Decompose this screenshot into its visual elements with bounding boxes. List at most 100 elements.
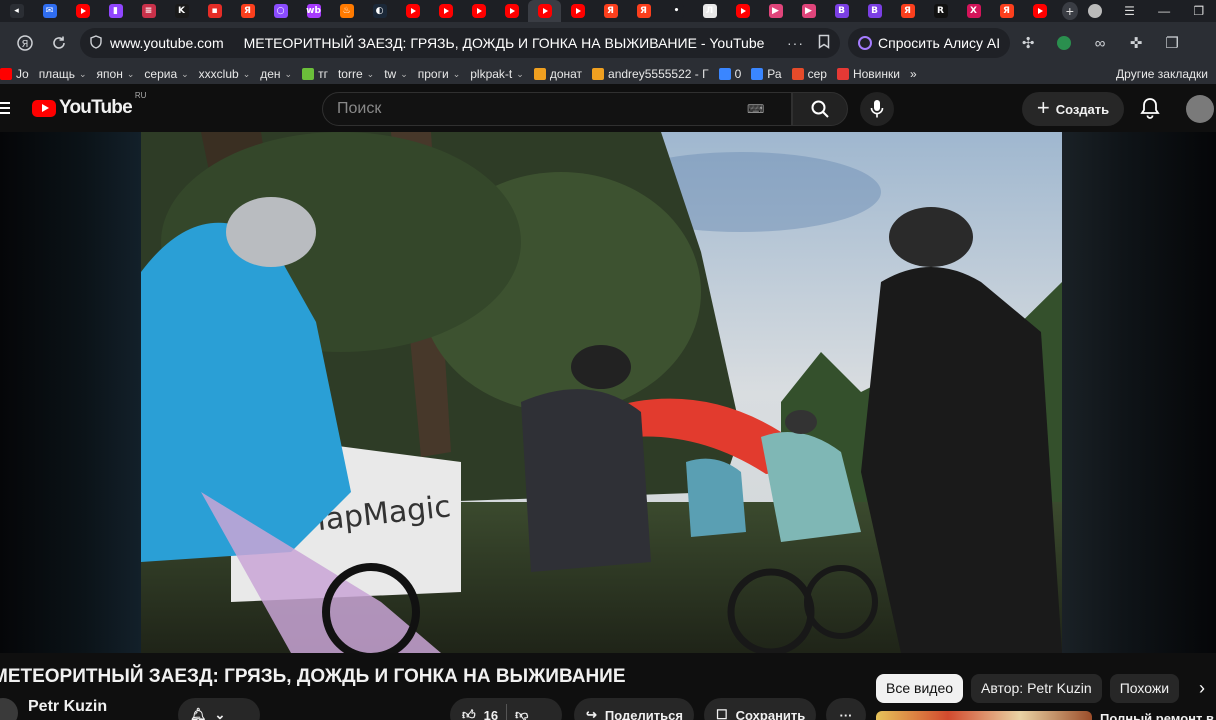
bookmark-item[interactable]: ден ⌄ [260, 67, 302, 81]
browser-tab[interactable]: Л [693, 0, 726, 22]
recommended-title[interactable]: Полный ремонт в [1100, 711, 1214, 720]
reload-icon[interactable] [42, 26, 76, 60]
browser-tab[interactable]: • [660, 0, 693, 22]
bookmark-favicon-icon [718, 68, 731, 80]
twitch-icon: ▮ [108, 4, 123, 18]
bookmark-item[interactable]: torre ⌄ [338, 67, 384, 81]
profile-icon[interactable] [1078, 0, 1113, 22]
recommended-thumbnail[interactable] [876, 711, 1092, 720]
browser-tab[interactable]: ▪ [198, 0, 231, 22]
bookmark-item[interactable]: япон ⌄ [97, 67, 145, 81]
save-button[interactable]: ☐ Сохранить [704, 698, 816, 720]
subscribe-notifications-button[interactable]: 🔔︎ ⌄ [178, 698, 260, 720]
browser-tab[interactable]: ▶ [792, 0, 825, 22]
channel-name[interactable]: Petr Kuzin [28, 698, 107, 716]
keyboard-icon[interactable]: ⌨ [747, 102, 764, 116]
new-tab-button[interactable]: + [1062, 2, 1078, 20]
channel-avatar[interactable] [0, 698, 18, 720]
bookmark-item[interactable]: донат [533, 67, 592, 81]
mail-icon: ✉ [42, 4, 57, 18]
browser-tab[interactable]: wb [297, 0, 330, 22]
browser-tab[interactable] [528, 0, 561, 22]
bookmark-item[interactable]: tw ⌄ [384, 67, 418, 81]
browser-tab[interactable]: ◂ [0, 0, 33, 22]
chip-similar[interactable]: Похожи [1109, 673, 1180, 703]
extension-shield-icon[interactable] [1046, 26, 1082, 60]
bookmark-item[interactable]: Jo [0, 67, 39, 81]
youtube-play-icon [32, 99, 56, 117]
bookmark-item[interactable]: plkpak-t ⌄ [470, 67, 534, 81]
bookmarks-overflow-button[interactable]: » [910, 67, 927, 81]
restore-icon[interactable]: ❐ [1181, 0, 1216, 22]
video-player[interactable]: MapMagic [0, 132, 1216, 653]
browser-tab[interactable] [462, 0, 495, 22]
browser-tab[interactable]: Я [231, 0, 264, 22]
chevron-right-icon[interactable]: › [1187, 673, 1216, 703]
address-bar[interactable]: www.youtube.com МЕТЕОРИТНЫЙ ЗАЕЗД: ГРЯЗЬ… [80, 28, 840, 58]
video-frame[interactable]: MapMagic [141, 132, 1062, 653]
youtube-logo[interactable]: YouTube RU [32, 91, 146, 119]
browser-tab[interactable]: R [924, 0, 957, 22]
circle-icon: ○ [273, 4, 288, 18]
other-bookmarks[interactable]: Другие закладки [1116, 67, 1216, 81]
share-button[interactable]: ↪ Поделиться [574, 698, 694, 720]
extension-puzzle-icon[interactable]: ✣ [1010, 26, 1046, 60]
live-icon: ▪ [207, 4, 222, 18]
browser-tab[interactable]: ◐ [363, 0, 396, 22]
bookmark-item[interactable]: проги ⌄ [418, 67, 470, 81]
browser-tab[interactable] [726, 0, 759, 22]
browser-tab[interactable]: B [858, 0, 891, 22]
bookmark-item[interactable]: сериа ⌄ [144, 67, 198, 81]
browser-tab[interactable]: ✉ [33, 0, 66, 22]
more-icon[interactable]: ··· [787, 35, 804, 51]
browser-tab[interactable]: K [165, 0, 198, 22]
browser-tab[interactable]: Я [594, 0, 627, 22]
create-button[interactable]: + Создать [1022, 92, 1124, 126]
chip-all-videos[interactable]: Все видео [876, 673, 964, 703]
bookmark-item[interactable]: 0 [718, 67, 752, 81]
notifications-bell-icon[interactable] [1138, 96, 1162, 120]
bookmark-item[interactable]: сер [791, 67, 837, 81]
yandex-home-icon[interactable]: Я [8, 26, 42, 60]
extension-glasses-icon[interactable]: ∞ [1082, 26, 1118, 60]
browser-tab[interactable]: Я [891, 0, 924, 22]
bookmark-item[interactable]: тг [302, 67, 338, 81]
browser-tab[interactable] [1023, 0, 1056, 22]
browser-tab[interactable]: ♨ [330, 0, 363, 22]
account-avatar[interactable] [1186, 95, 1214, 123]
more-actions-button[interactable]: ··· [826, 698, 866, 720]
browser-tab[interactable] [66, 0, 99, 22]
youtube-wordmark: YouTube [59, 97, 133, 118]
browser-tab[interactable]: ○ [264, 0, 297, 22]
browser-tab[interactable] [561, 0, 594, 22]
browser-tab[interactable]: Я [627, 0, 660, 22]
bookmark-icon[interactable] [818, 34, 830, 53]
chip-by-author[interactable]: Автор: Petr Kuzin [971, 673, 1102, 703]
search-button[interactable] [792, 92, 848, 126]
guide-menu-icon[interactable] [0, 102, 16, 114]
menu-icon[interactable]: ☰ [1112, 0, 1147, 22]
ask-alice-button[interactable]: Спросить Алису AI [848, 28, 1011, 58]
collections-icon[interactable]: ❐ [1154, 26, 1190, 60]
bookmark-item[interactable]: Новинки [836, 67, 910, 81]
like-icon[interactable]: 👍︎ [462, 707, 476, 720]
extensions-icon[interactable]: ✜ [1118, 26, 1154, 60]
bookmark-item[interactable]: xxxclub ⌄ [199, 67, 261, 81]
browser-tab[interactable]: Я [990, 0, 1023, 22]
browser-tab[interactable] [429, 0, 462, 22]
browser-tab[interactable] [396, 0, 429, 22]
browser-tab[interactable]: X [957, 0, 990, 22]
voice-search-button[interactable] [860, 92, 894, 126]
search-input[interactable] [337, 100, 747, 118]
bookmark-item[interactable]: andrey5555522 - Г [592, 67, 719, 81]
dislike-icon[interactable]: 👎︎ [515, 707, 528, 720]
bookmark-item[interactable]: плащь ⌄ [39, 67, 97, 81]
minimize-icon[interactable]: — [1147, 0, 1182, 22]
browser-tab[interactable]: B [825, 0, 858, 22]
browser-tab[interactable]: ▶ [759, 0, 792, 22]
share-icon: ↪ [586, 707, 597, 720]
browser-tab[interactable]: ▮ [99, 0, 132, 22]
browser-tab[interactable] [495, 0, 528, 22]
browser-tab[interactable]: ≡ [132, 0, 165, 22]
bookmark-item[interactable]: Ра [751, 67, 791, 81]
